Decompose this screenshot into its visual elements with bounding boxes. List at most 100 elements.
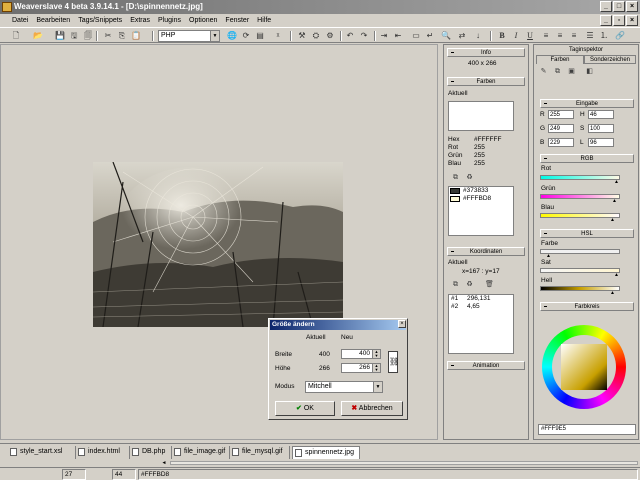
- copy-icon[interactable]: ⎘: [116, 30, 128, 42]
- rgb-rot-slider[interactable]: [540, 175, 620, 180]
- menu-tags-snippets[interactable]: Tags/Snippets: [78, 17, 122, 24]
- refresh-icon[interactable]: ⟳: [240, 30, 252, 42]
- add-point-icon[interactable]: ⧉: [450, 280, 461, 290]
- point-num-1[interactable]: #1: [451, 295, 458, 302]
- swatch-label-1[interactable]: #373833: [463, 187, 488, 194]
- save-icon[interactable]: 💾: [54, 30, 66, 42]
- hsl-sat-thumb[interactable]: ▲: [614, 273, 619, 278]
- chain-link-icon[interactable]: ⛓: [388, 351, 399, 373]
- menu-bearbeiten[interactable]: Bearbeiten: [36, 17, 70, 24]
- tool-icon-1[interactable]: ⚒: [296, 30, 308, 42]
- breite-spin[interactable]: ▲ ▼: [372, 350, 380, 358]
- color-triangle[interactable]: [561, 344, 607, 390]
- menu-datei[interactable]: Datei: [12, 17, 28, 24]
- hsl-farbe-thumb[interactable]: ▲: [546, 254, 551, 259]
- delete-point-icon[interactable]: 🗑: [484, 280, 495, 290]
- tab-file-image[interactable]: file_image.gif: [172, 446, 230, 459]
- align-center-icon[interactable]: ≡: [554, 30, 566, 42]
- xp-icon[interactable]: ᵡ: [272, 30, 284, 42]
- find-icon[interactable]: 🔍: [440, 30, 452, 42]
- tab-sonderzeichen[interactable]: Sonderzeichen: [584, 55, 636, 64]
- browser-icon[interactable]: 🌐: [226, 30, 238, 42]
- recycle-icon[interactable]: ♻: [464, 173, 475, 183]
- tab-farben[interactable]: Farben: [536, 55, 584, 64]
- info-header[interactable]: Info: [447, 48, 525, 57]
- modus-select[interactable]: Mitchell ▼: [305, 381, 383, 393]
- hsl-hell-thumb[interactable]: ▲: [610, 291, 615, 296]
- underline-icon[interactable]: U: [524, 30, 536, 42]
- settings-icon[interactable]: ◧: [584, 67, 595, 77]
- coordinate-list[interactable]: #1 296,131 #2 4,65: [448, 294, 514, 354]
- tab-spinnennetz[interactable]: spinnennetz.jpg: [292, 446, 360, 459]
- goto-icon[interactable]: ↓: [472, 30, 484, 42]
- tab-db[interactable]: DB.php: [130, 446, 172, 459]
- minimize-button[interactable]: _: [600, 1, 612, 12]
- language-combo[interactable]: PHP ▼: [158, 30, 220, 42]
- tab-style-start[interactable]: style_start.xsl: [8, 446, 76, 459]
- link-icon[interactable]: 🔗: [614, 30, 626, 42]
- dialog-close-icon[interactable]: ×: [398, 320, 406, 328]
- maximize-button[interactable]: □: [613, 1, 625, 12]
- hex-output[interactable]: #FFF9E5: [538, 424, 636, 435]
- point-num-2[interactable]: #2: [451, 303, 458, 310]
- cut-icon[interactable]: ✂: [102, 30, 114, 42]
- mdi-close-button[interactable]: ×: [626, 15, 638, 26]
- rgb-rot-thumb[interactable]: ▲: [614, 180, 619, 185]
- menu-optionen[interactable]: Optionen: [189, 17, 217, 24]
- menu-plugins[interactable]: Plugins: [158, 17, 181, 24]
- g-input[interactable]: 249: [548, 124, 574, 133]
- point-value-2[interactable]: 4,65: [467, 303, 480, 310]
- wrap-icon[interactable]: ↵: [424, 30, 436, 42]
- eingabe-header[interactable]: Eingabe: [540, 99, 634, 108]
- farbkreis-header[interactable]: Farbkreis: [540, 302, 634, 311]
- align-left-icon[interactable]: ≡: [540, 30, 552, 42]
- color-wheel[interactable]: [542, 325, 626, 409]
- hsl-farbe-slider[interactable]: [540, 249, 620, 254]
- open-file-icon[interactable]: 📂: [32, 30, 44, 42]
- indent-icon[interactable]: ⇥: [378, 30, 390, 42]
- rgb-header[interactable]: RGB: [540, 154, 634, 163]
- hsl-hell-slider[interactable]: [540, 286, 620, 291]
- new-file-icon[interactable]: 🗋: [10, 30, 22, 42]
- cancel-button[interactable]: ✖ Abbrechen: [341, 401, 403, 416]
- b-input[interactable]: 229: [548, 138, 574, 147]
- replace-icon[interactable]: ⇄: [456, 30, 468, 42]
- tab-file-mysql[interactable]: file_mysql.gif: [230, 446, 290, 459]
- bold-icon[interactable]: B: [496, 30, 508, 42]
- rgb-blau-slider[interactable]: [540, 213, 620, 218]
- numbered-list-icon[interactable]: ⒈: [598, 30, 610, 42]
- list-icon[interactable]: ☰: [584, 30, 596, 42]
- tab-index[interactable]: index.html: [76, 446, 130, 459]
- save-all-icon[interactable]: 🖫: [68, 30, 80, 42]
- r-input[interactable]: 255: [548, 110, 574, 119]
- point-value-1[interactable]: 296,131: [467, 295, 491, 302]
- splitter[interactable]: [438, 44, 442, 440]
- scroll-track[interactable]: [170, 461, 638, 465]
- menu-fenster[interactable]: Fenster: [225, 17, 249, 24]
- recycle-points-icon[interactable]: ♻: [464, 280, 475, 290]
- s-input[interactable]: 100: [588, 124, 614, 133]
- outdent-icon[interactable]: ⇤: [392, 30, 404, 42]
- l-input[interactable]: 96: [588, 138, 614, 147]
- breite-input[interactable]: 400 ▲ ▼: [341, 349, 381, 359]
- menu-extras[interactable]: Extras: [130, 17, 150, 24]
- swatch-label-2[interactable]: #FFFBD8: [463, 195, 491, 202]
- palette-icon[interactable]: ▣: [566, 67, 577, 77]
- rgb-gruen-thumb[interactable]: ▲: [612, 199, 617, 204]
- document-icon[interactable]: ▤: [254, 30, 266, 42]
- hoehe-input[interactable]: 266 ▲ ▼: [341, 363, 381, 373]
- tool-icon-2[interactable]: ⛭: [310, 30, 322, 42]
- mdi-minimize-button[interactable]: _: [600, 15, 612, 26]
- horizontal-scrollbar[interactable]: ◄: [160, 459, 640, 467]
- italic-icon[interactable]: I: [510, 30, 522, 42]
- redo-icon[interactable]: ↷: [358, 30, 370, 42]
- hsl-header[interactable]: HSL: [540, 229, 634, 238]
- hoehe-spin[interactable]: ▲ ▼: [372, 364, 380, 372]
- align-right-icon[interactable]: ≡: [568, 30, 580, 42]
- close-button[interactable]: ×: [626, 1, 638, 12]
- h-input[interactable]: 46: [588, 110, 614, 119]
- farben-header[interactable]: Farben: [447, 77, 525, 86]
- close-file-icon[interactable]: 🗐: [82, 30, 94, 42]
- color-swatch-list[interactable]: #373833 #FFFBD8: [448, 186, 514, 236]
- pick-color-icon[interactable]: ⧉: [450, 173, 461, 183]
